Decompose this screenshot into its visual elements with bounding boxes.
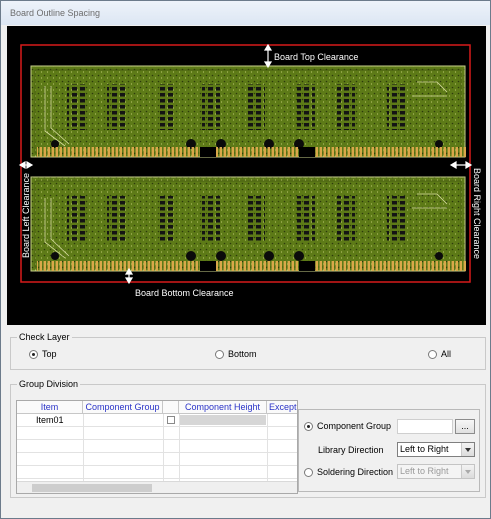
radio-soldering-direction[interactable]: Soldering Direction xyxy=(304,467,393,477)
radio-dot xyxy=(29,349,38,359)
right-clearance-label: Board Right Clearance xyxy=(472,168,482,259)
column-header-except[interactable]: Except xyxy=(267,401,297,414)
column-header-check[interactable] xyxy=(163,401,179,414)
chevron-down-icon[interactable] xyxy=(461,443,474,456)
column-header-component-group[interactable]: Component Group xyxy=(83,401,163,414)
radio-dot xyxy=(304,467,313,477)
component-group-grid[interactable]: Item Component Group Component Height Ex… xyxy=(16,400,298,494)
radio-label: All xyxy=(441,349,452,359)
table-row xyxy=(17,427,297,440)
scrollbar-thumb[interactable] xyxy=(32,484,152,492)
radio-top[interactable]: Top xyxy=(29,349,57,359)
radio-bottom[interactable]: Bottom xyxy=(215,349,257,359)
soldering-direction-value: Left to Right xyxy=(400,466,449,476)
column-divider xyxy=(83,414,84,481)
radio-label: Top xyxy=(42,349,57,359)
board-preview: Board Top Clearance Board Bottom Clearan… xyxy=(7,26,486,325)
cell-component-height[interactable] xyxy=(180,415,266,425)
board-preview-canvas: Board Top Clearance Board Bottom Clearan… xyxy=(18,43,482,298)
row-checkbox[interactable] xyxy=(167,416,175,424)
direction-panel: Component Group ... Library Direction Le… xyxy=(298,409,480,492)
radio-label: Soldering Direction xyxy=(317,467,394,477)
check-layer-label: Check Layer xyxy=(17,332,72,342)
cell-item: Item01 xyxy=(36,415,64,425)
library-direction-label: Library Direction xyxy=(318,445,384,455)
soldering-direction-select[interactable]: Left to Right xyxy=(397,464,475,479)
left-clearance-label: Board Left Clearance xyxy=(21,173,31,258)
group-division-label: Group Division xyxy=(17,379,81,389)
radio-label: Bottom xyxy=(228,349,257,359)
radio-all[interactable]: All xyxy=(428,349,451,359)
library-direction-select[interactable]: Left to Right xyxy=(397,442,475,457)
chevron-down-icon[interactable] xyxy=(461,465,474,478)
radio-dot xyxy=(215,349,224,359)
column-header-item[interactable]: Item xyxy=(17,401,83,414)
top-clearance-label: Board Top Clearance xyxy=(274,52,358,62)
upper-module xyxy=(30,65,467,158)
radio-component-group[interactable]: Component Group xyxy=(304,421,391,431)
table-row xyxy=(17,440,297,453)
lower-module xyxy=(30,176,467,272)
column-header-component-height[interactable]: Component Height xyxy=(179,401,267,414)
table-row xyxy=(17,466,297,479)
table-row[interactable]: Item01 xyxy=(17,414,297,427)
window-title: Board Outline Spacing xyxy=(10,8,101,18)
bottom-clearance-label: Board Bottom Clearance xyxy=(135,288,234,298)
browse-button[interactable]: ... xyxy=(455,419,475,434)
column-divider xyxy=(163,414,164,481)
radio-dot xyxy=(428,349,437,359)
table-row xyxy=(17,453,297,466)
radio-dot xyxy=(304,421,313,431)
radio-label: Component Group xyxy=(317,421,392,431)
component-group-field[interactable] xyxy=(397,419,453,434)
column-divider xyxy=(267,414,268,481)
board-outline-spacing-window: Board Outline Spacing Board Top Clearanc… xyxy=(0,0,491,519)
column-divider xyxy=(179,414,180,481)
library-direction-value: Left to Right xyxy=(400,444,449,454)
title-bar[interactable]: Board Outline Spacing xyxy=(1,1,490,25)
horizontal-scrollbar[interactable] xyxy=(17,481,297,493)
